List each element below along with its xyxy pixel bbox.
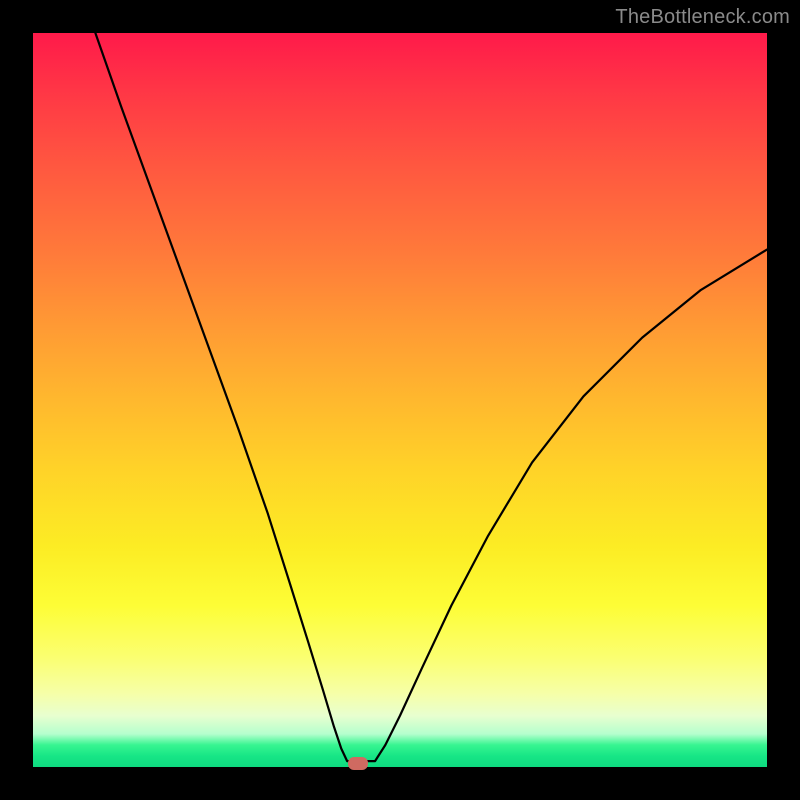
curve-path (95, 33, 767, 761)
chart-frame: TheBottleneck.com (0, 0, 800, 800)
optimum-marker (348, 757, 368, 770)
watermark-text: TheBottleneck.com (615, 6, 790, 29)
bottleneck-curve (33, 33, 767, 767)
